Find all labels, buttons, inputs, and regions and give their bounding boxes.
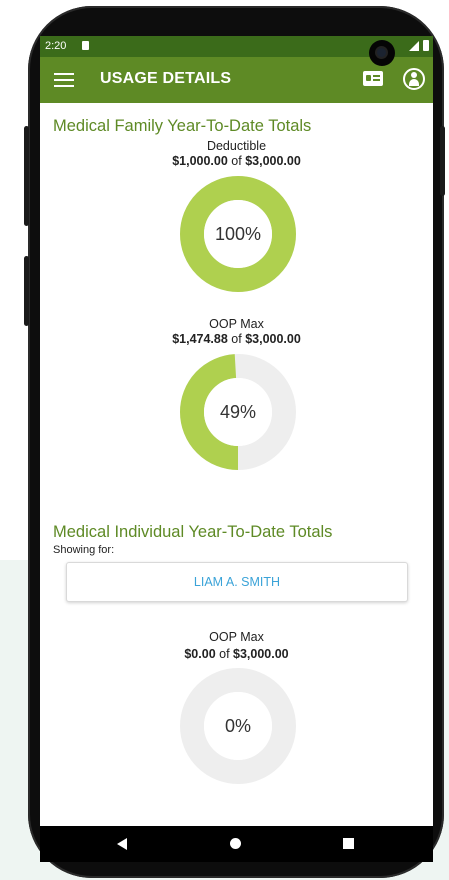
profile-icon[interactable] <box>403 68 425 90</box>
family-section-title: Medical Family Year-To-Date Totals <box>53 117 312 135</box>
oop-max-total: $3,000.00 <box>245 332 301 346</box>
deductible-label: Deductible <box>206 139 267 153</box>
back-icon[interactable] <box>117 838 127 850</box>
id-card-icon[interactable] <box>363 71 383 86</box>
home-icon[interactable] <box>230 838 241 849</box>
individual-oop-max-label: OOP Max <box>209 630 264 644</box>
battery-icon <box>423 40 429 51</box>
status-time: 2:20 <box>45 40 67 52</box>
oop-max-of: of <box>227 332 246 346</box>
system-nav-bar <box>40 826 433 862</box>
deductible-donut: 100% <box>178 174 298 294</box>
individual-oop-max-of: of <box>215 647 234 661</box>
individual-oop-max-donut: 0% <box>178 666 298 786</box>
recent-apps-icon[interactable] <box>343 838 354 849</box>
individual-section-title: Medical Individual Year-To-Date Totals <box>53 523 333 541</box>
page-title: USAGE DETAILS <box>100 70 232 87</box>
individual-oop-max-percent: 0% <box>224 716 251 736</box>
signal-icon <box>409 41 419 51</box>
app-screen: 2:20 USAGE DETAILS Medical Family Year-T… <box>40 36 433 826</box>
oop-max-amount: $1,474.88 of $3,000.00 <box>40 332 433 346</box>
front-camera <box>369 40 395 66</box>
side-key <box>440 126 445 196</box>
hamburger-menu-icon[interactable] <box>54 73 74 87</box>
individual-oop-max-amount: $0.00 of $3,000.00 <box>40 647 433 661</box>
member-select-button[interactable]: LIAM A. SMITH <box>66 562 408 602</box>
deductible-used: $1,000.00 <box>172 154 228 168</box>
deductible-of: of <box>227 154 246 168</box>
deductible-total: $3,000.00 <box>245 154 301 168</box>
oop-max-used: $1,474.88 <box>172 332 228 346</box>
individual-oop-max-total: $3,000.00 <box>233 647 289 661</box>
oop-max-label: OOP Max <box>209 317 264 331</box>
deductible-percent: 100% <box>214 224 262 244</box>
individual-oop-max-used: $0.00 <box>184 647 216 661</box>
oop-max-donut: 49% <box>178 352 298 472</box>
deductible-amount: $1,000.00 of $3,000.00 <box>40 154 433 168</box>
volume-button <box>24 256 29 326</box>
showing-for-label: Showing for: <box>53 544 115 556</box>
power-button <box>24 126 29 226</box>
sd-card-icon <box>82 41 89 50</box>
oop-max-percent: 49% <box>219 402 257 422</box>
